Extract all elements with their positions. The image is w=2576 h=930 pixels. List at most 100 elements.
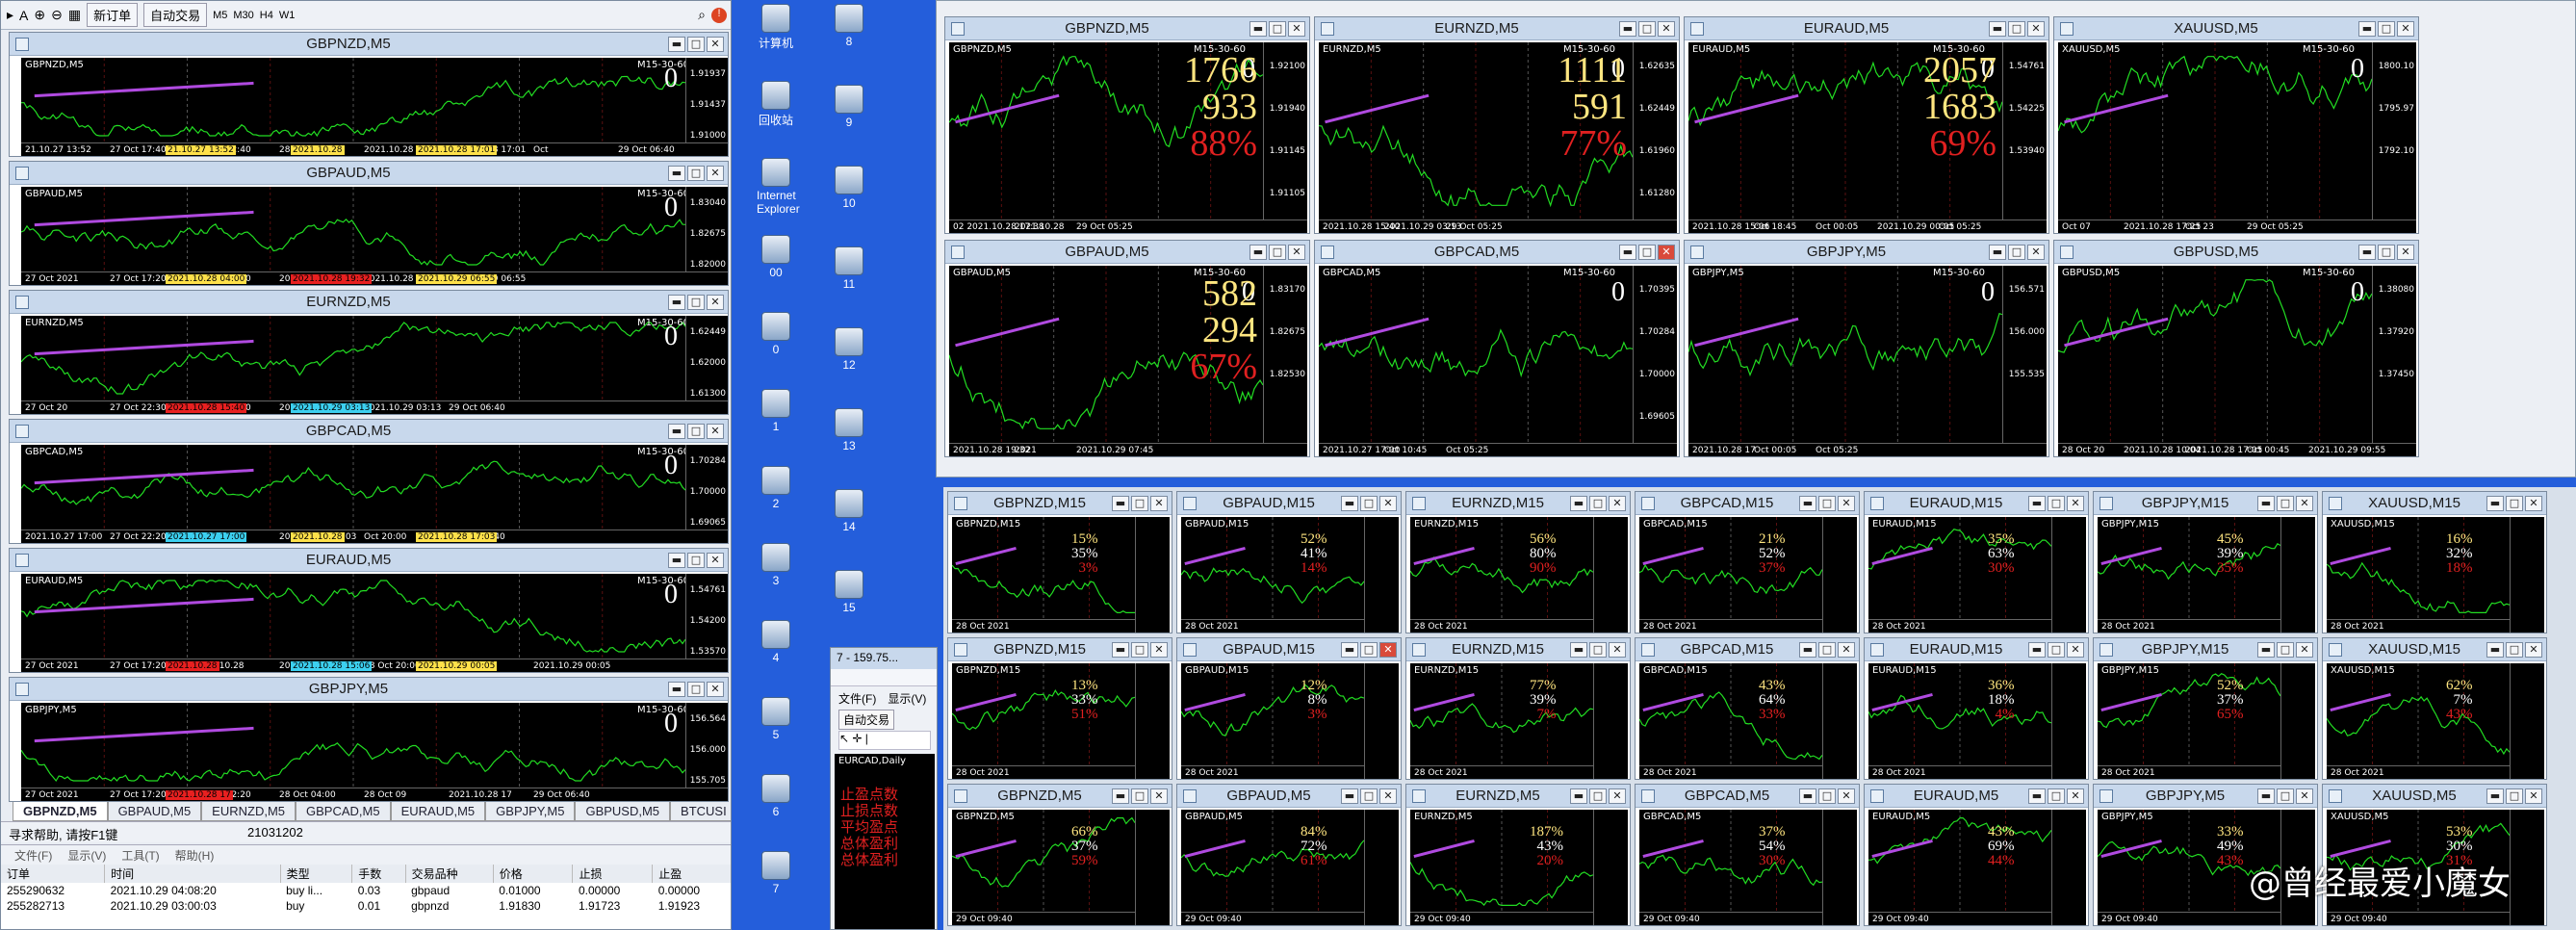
mini-chart-titlebar[interactable]: GBPAUD,M15 ▬ □ ✕: [1177, 492, 1401, 515]
mini-chart-titlebar[interactable]: GBPJPY,M15 ▬ □ ✕: [2094, 638, 2317, 661]
maximize-icon[interactable]: □: [2048, 788, 2065, 804]
minimize-icon[interactable]: ▬: [2486, 788, 2504, 804]
close-icon[interactable]: ✕: [707, 681, 724, 697]
left-chart-titlebar[interactable]: GBPAUD,M5 ▬ □ ✕: [10, 162, 728, 185]
big-chart-titlebar[interactable]: GBPNZD,M5 ▬ □ ✕: [945, 17, 1309, 40]
maximize-icon[interactable]: □: [2277, 495, 2294, 511]
desktop-icon[interactable]: 2: [757, 466, 795, 510]
chart-area[interactable]: GBPAUD,M5 84% 72% 61% 29 Oct 09:40: [1181, 810, 1399, 925]
minimize-icon[interactable]: ▬: [668, 552, 685, 568]
close-icon[interactable]: ✕: [707, 165, 724, 181]
chart-area[interactable]: GBPNZD,M5 66% 37% 59% 29 Oct 09:40: [952, 810, 1170, 925]
close-icon[interactable]: ✕: [1150, 788, 1168, 804]
desktop-icon[interactable]: 9: [830, 85, 868, 129]
chart-area[interactable]: EURNZD,M5 M15-30-60 0 1111 591 77% 1.62635 1.62…: [1319, 42, 1677, 233]
left-chart-titlebar[interactable]: GBPNZD,M5 ▬ □ ✕: [10, 33, 728, 56]
maximize-icon[interactable]: □: [2277, 641, 2294, 658]
zoom-in-icon[interactable]: ⊕: [34, 7, 45, 23]
alert-icon[interactable]: !: [711, 7, 727, 23]
minimize-icon[interactable]: ▬: [2257, 788, 2275, 804]
auto-trade-button[interactable]: 自动交易: [143, 3, 208, 27]
maximize-icon[interactable]: □: [1131, 788, 1148, 804]
chart-area[interactable]: GBPNZD,M15 15% 35% 3% 28 Oct 2021: [952, 517, 1170, 633]
maximize-icon[interactable]: □: [2506, 641, 2523, 658]
chart-tab[interactable]: BTCUSI: [670, 802, 731, 821]
minimize-icon[interactable]: ▬: [2358, 20, 2376, 37]
chart-area[interactable]: XAUUSD,M15 62% 7% 43% 28 Oct 2021: [2327, 663, 2544, 779]
chart-area[interactable]: EURNZD,M15 56% 80% 90% 28 Oct 2021: [1410, 517, 1628, 633]
close-icon[interactable]: ✕: [707, 552, 724, 568]
minimize-icon[interactable]: ▬: [2028, 495, 2046, 511]
minimize-icon[interactable]: ▬: [2358, 244, 2376, 260]
close-icon[interactable]: ✕: [1379, 641, 1397, 658]
minimize-icon[interactable]: ▬: [1619, 20, 1636, 37]
maximize-icon[interactable]: □: [1818, 495, 1836, 511]
close-icon[interactable]: ✕: [2397, 20, 2414, 37]
close-icon[interactable]: ✕: [1658, 244, 1675, 260]
maximize-icon[interactable]: □: [687, 165, 705, 181]
mini-chart-titlebar[interactable]: EURAUD,M5 ▬ □ ✕: [1865, 785, 2088, 808]
mini-title[interactable]: 7 - 159.75...: [831, 648, 937, 669]
close-icon[interactable]: ✕: [707, 423, 724, 439]
column-header[interactable]: 类型: [280, 865, 353, 883]
chart-tab[interactable]: EURNZD,M5: [201, 802, 296, 821]
big-chart-titlebar[interactable]: EURAUD,M5 ▬ □ ✕: [1685, 17, 2048, 40]
chart-area[interactable]: EURNZD,M15 77% 39% 7% 28 Oct 2021: [1410, 663, 1628, 779]
close-icon[interactable]: ✕: [2296, 495, 2313, 511]
desktop-icon[interactable]: Internet Explorer: [757, 158, 800, 216]
maximize-icon[interactable]: □: [1360, 788, 1378, 804]
maximize-icon[interactable]: □: [1589, 788, 1607, 804]
menu-tools[interactable]: 工具(T): [121, 847, 159, 864]
text-icon[interactable]: A: [19, 8, 28, 23]
minimize-icon[interactable]: ▬: [668, 294, 685, 310]
maximize-icon[interactable]: □: [1269, 20, 1286, 37]
mini-chart-titlebar[interactable]: XAUUSD,M5 ▬ □ ✕: [2323, 785, 2546, 808]
maximize-icon[interactable]: □: [1131, 641, 1148, 658]
search-icon[interactable]: ⌕: [698, 7, 706, 23]
close-icon[interactable]: ✕: [1838, 495, 1855, 511]
maximize-icon[interactable]: □: [1360, 641, 1378, 658]
chart-area[interactable]: GBPNZD,M15 13% 33% 51% 28 Oct 2021: [952, 663, 1170, 779]
tf-h4[interactable]: H4: [260, 10, 273, 21]
table-row[interactable]: 255290632 2021.10.29 04:08:20 buy li... 0.0…: [1, 883, 731, 898]
minimize-icon[interactable]: ▬: [1341, 495, 1358, 511]
chart-area[interactable]: GBPNZD,M5 M15-30-60 0 1.91937 1.91437 1.91000…: [21, 58, 728, 156]
desktop-icon[interactable]: 13: [830, 408, 868, 452]
mini-chart-titlebar[interactable]: EURNZD,M15 ▬ □ ✕: [1406, 638, 1630, 661]
minimize-icon[interactable]: ▬: [1112, 495, 1129, 511]
desktop-icon[interactable]: 0: [757, 312, 795, 356]
new-order-button[interactable]: 新订单: [87, 3, 139, 27]
chart-area[interactable]: GBPCAD,M5 37% 54% 30% 29 Oct 09:40: [1639, 810, 1857, 925]
chart-area[interactable]: EURNZD,M5 M15-30-60 0 1.62449 1.62000 1.61300…: [21, 316, 728, 414]
big-chart-titlebar[interactable]: GBPUSD,M5 ▬ □ ✕: [2054, 241, 2418, 264]
mini-chart-titlebar[interactable]: EURNZD,M5 ▬ □ ✕: [1406, 785, 1630, 808]
desktop-icon[interactable]: 15: [830, 570, 868, 614]
minimize-icon[interactable]: ▬: [2028, 641, 2046, 658]
grid-icon[interactable]: ▦: [68, 7, 81, 23]
big-chart-titlebar[interactable]: XAUUSD,M5 ▬ □ ✕: [2054, 17, 2418, 40]
minimize-icon[interactable]: ▬: [2257, 641, 2275, 658]
tf-m5[interactable]: M5: [213, 10, 227, 21]
mini-chart-titlebar[interactable]: EURAUD,M15 ▬ □ ✕: [1865, 492, 2088, 515]
close-icon[interactable]: ✕: [1609, 495, 1626, 511]
menu-file[interactable]: 文件(F): [14, 847, 52, 864]
maximize-icon[interactable]: □: [2277, 788, 2294, 804]
close-icon[interactable]: ✕: [2296, 788, 2313, 804]
chart-area[interactable]: EURAUD,M15 35% 63% 30% 28 Oct 2021: [1868, 517, 2086, 633]
close-icon[interactable]: ✕: [1609, 641, 1626, 658]
desktop-icon[interactable]: 5: [757, 697, 795, 741]
chart-area[interactable]: GBPAUD,M15 52% 41% 14% 28 Oct 2021: [1181, 517, 1399, 633]
column-header[interactable]: 订单: [1, 865, 106, 883]
minimize-icon[interactable]: ▬: [1249, 20, 1267, 37]
close-icon[interactable]: ✕: [2525, 641, 2542, 658]
close-icon[interactable]: ✕: [2525, 495, 2542, 511]
maximize-icon[interactable]: □: [687, 294, 705, 310]
maximize-icon[interactable]: □: [687, 552, 705, 568]
close-icon[interactable]: ✕: [707, 294, 724, 310]
left-chart-titlebar[interactable]: EURAUD,M5 ▬ □ ✕: [10, 549, 728, 572]
minimize-icon[interactable]: ▬: [2486, 495, 2504, 511]
chart-tab[interactable]: GBPCAD,M5: [296, 802, 391, 821]
chart-area[interactable]: GBPCAD,M5 M15-30-60 0 1.70284 1.70000 1.69065…: [21, 445, 728, 543]
chart-area[interactable]: GBPJPY,M15 45% 39% 35% 28 Oct 2021: [2098, 517, 2315, 633]
mini-chart-titlebar[interactable]: EURAUD,M15 ▬ □ ✕: [1865, 638, 2088, 661]
